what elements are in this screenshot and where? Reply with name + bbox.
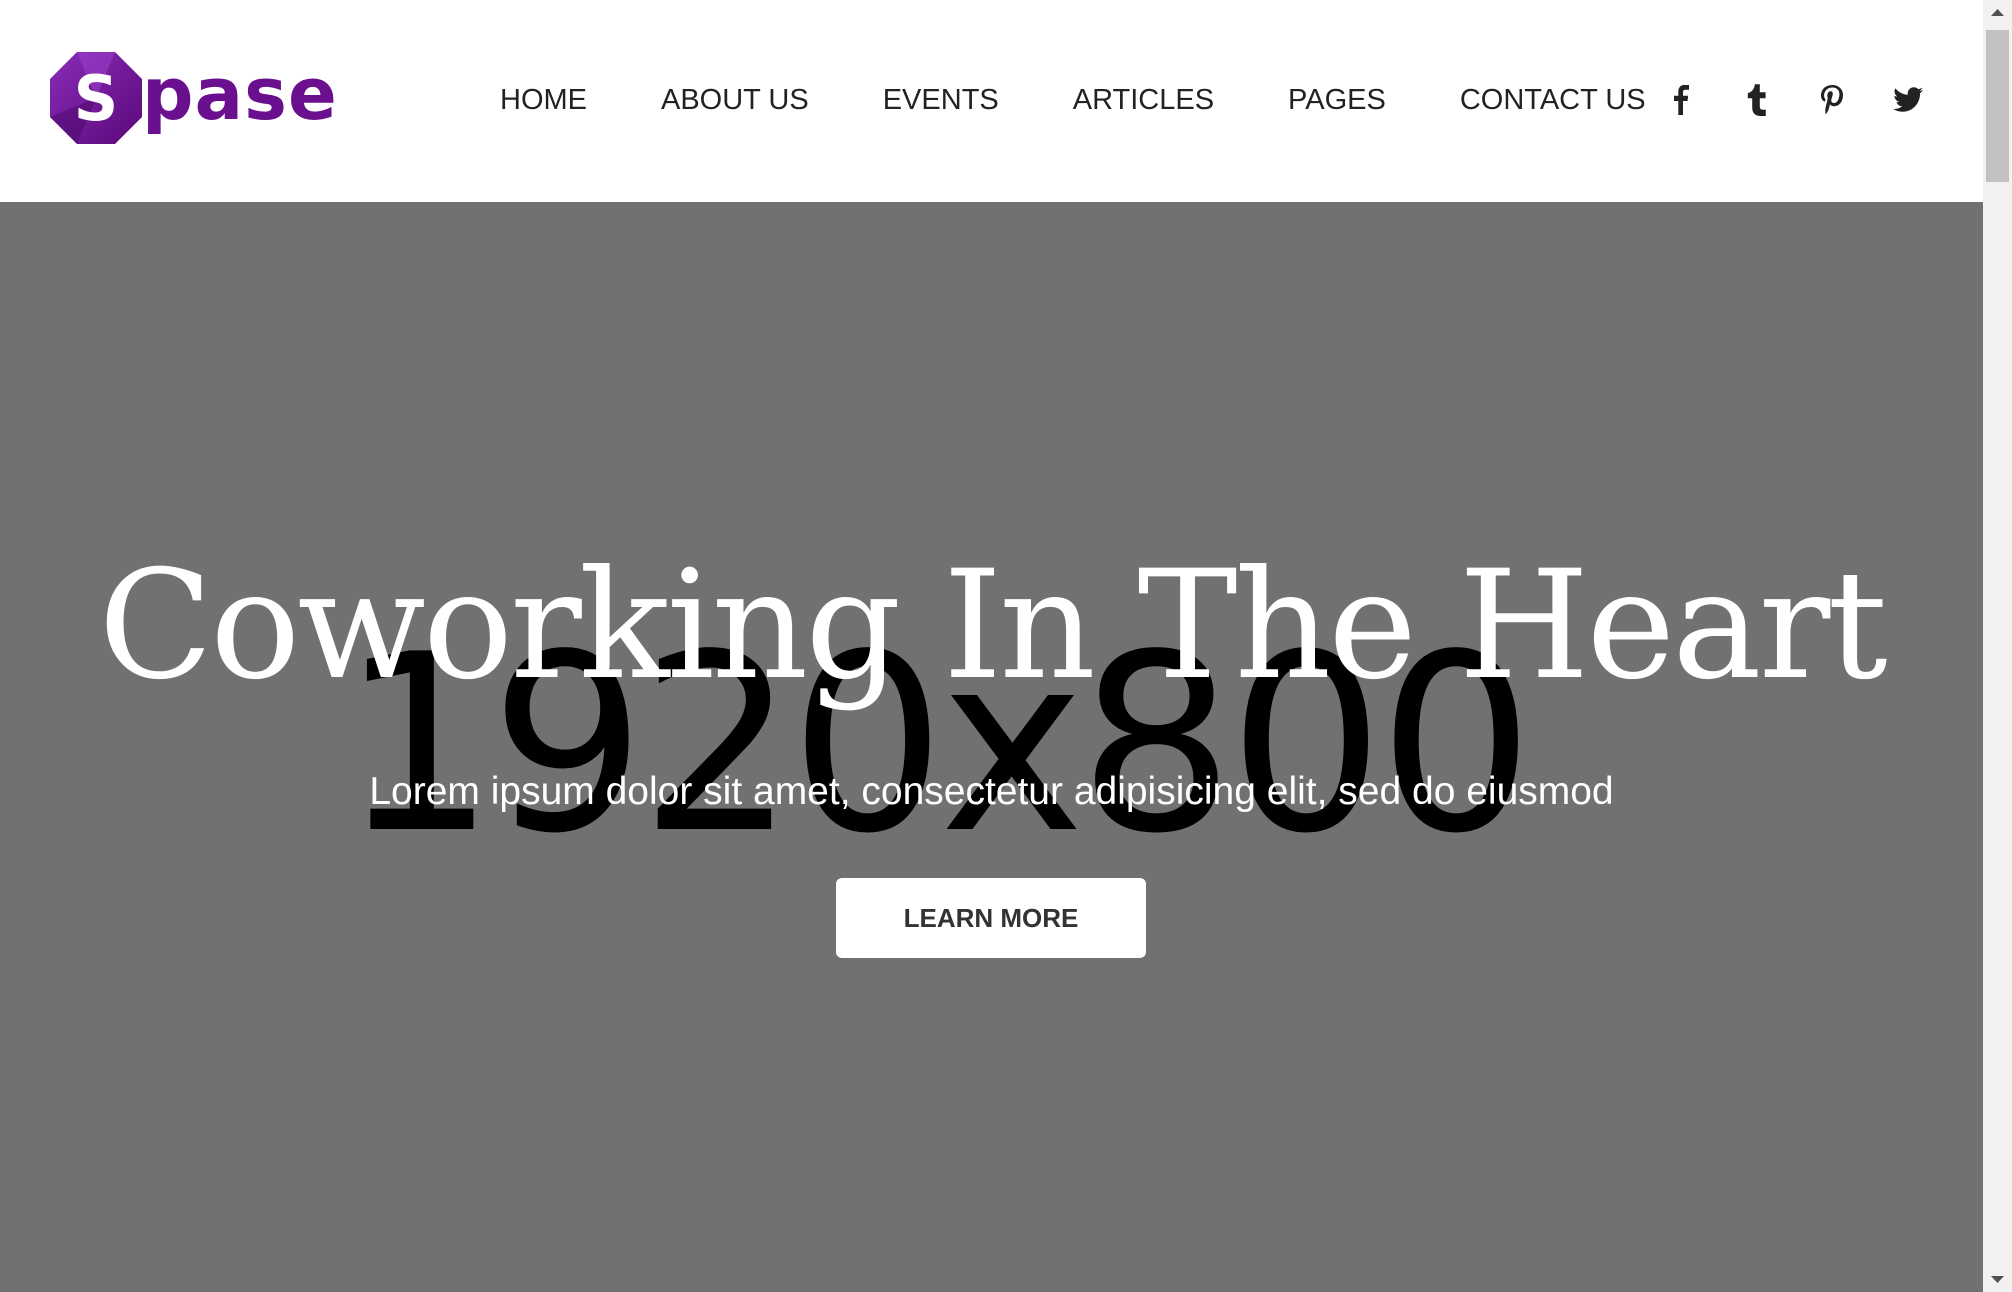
nav-item-pages[interactable]: PAGES	[1288, 84, 1386, 117]
vertical-scrollbar[interactable]	[1983, 0, 2012, 1292]
scroll-down-arrow-icon[interactable]	[1983, 1266, 2012, 1292]
page-viewport: S pase HOME ABOUT US EVENTS ARTICLES PAG…	[0, 0, 1983, 1292]
facebook-icon[interactable]	[1660, 80, 1700, 120]
hero-section: 1920x800 Coworking In The Heart Lorem ip…	[0, 202, 1983, 1292]
logo-wordmark: pase	[142, 52, 338, 136]
learn-more-button[interactable]: LEARN MORE	[836, 878, 1146, 958]
main-nav: HOME ABOUT US EVENTS ARTICLES PAGES CONT…	[500, 72, 1646, 128]
twitter-icon[interactable]	[1888, 80, 1928, 120]
nav-item-articles[interactable]: ARTICLES	[1073, 84, 1214, 117]
nav-item-contact-us[interactable]: CONTACT US	[1460, 84, 1646, 117]
nav-item-home[interactable]: HOME	[500, 84, 587, 117]
hero-subtitle: Lorem ipsum dolor sit amet, consectetur …	[369, 770, 1614, 813]
site-logo[interactable]: S pase	[50, 52, 337, 144]
pinterest-icon[interactable]	[1812, 80, 1852, 120]
scroll-up-arrow-icon[interactable]	[1983, 0, 2012, 26]
nav-item-events[interactable]: EVENTS	[883, 84, 999, 117]
logo-badge-icon: S	[50, 52, 142, 144]
nav-item-about-us[interactable]: ABOUT US	[661, 84, 809, 117]
site-header: S pase HOME ABOUT US EVENTS ARTICLES PAG…	[0, 0, 1983, 202]
hero-title: Coworking In The Heart	[98, 539, 1887, 713]
scrollbar-thumb[interactable]	[1986, 30, 2009, 182]
social-links	[1660, 76, 1928, 124]
tumblr-icon[interactable]	[1736, 80, 1776, 120]
svg-text:S: S	[74, 62, 119, 135]
